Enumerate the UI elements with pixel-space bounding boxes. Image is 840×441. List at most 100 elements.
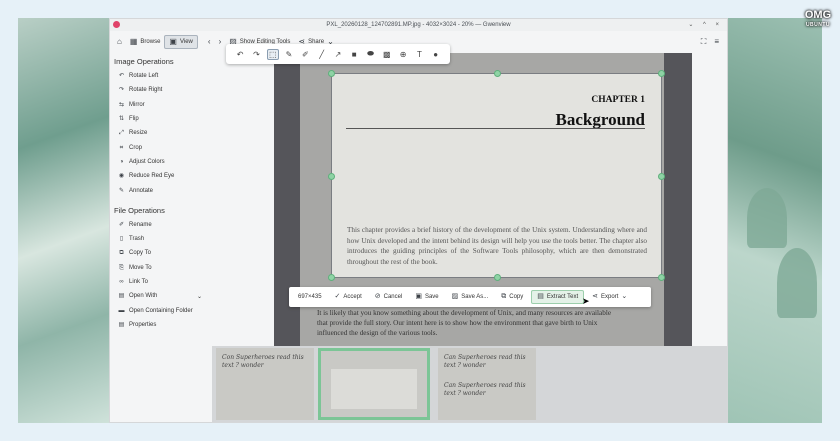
- cancel-button[interactable]: ⊘ Cancel: [370, 291, 408, 303]
- copy-icon: ⧉: [119, 250, 124, 257]
- export-button[interactable]: ⋖ Export ⌄: [587, 291, 632, 303]
- trash-icon: ▯: [119, 236, 124, 243]
- check-icon: ✓: [334, 293, 341, 300]
- sticker-icon[interactable]: ●: [430, 50, 442, 59]
- sidebar-item-move-to[interactable]: ⎘ Move To: [110, 261, 208, 275]
- crop-handle-top-left[interactable]: [328, 70, 335, 77]
- file-operations-heading: File Operations: [114, 205, 165, 215]
- crop-handle-left[interactable]: [328, 173, 335, 180]
- extract-text-button[interactable]: ▤ Extract Text: [531, 290, 585, 304]
- highlight-icon[interactable]: ✎: [283, 50, 295, 59]
- home-icon: ⌂: [117, 37, 122, 46]
- sidebar-item-copy-to[interactable]: ⧉ Copy To: [110, 246, 208, 260]
- copy-button[interactable]: ⧉ Copy: [496, 291, 528, 303]
- line-icon[interactable]: ╱: [316, 50, 328, 59]
- sidebar-item-rotate-left[interactable]: ↶ Rotate Left: [110, 69, 208, 83]
- sidebar: Image Operations ↶ Rotate Left ↷ Rotate Ri…: [110, 53, 208, 422]
- sidebar-item-open-with[interactable]: ▤ Open With ⌄: [110, 289, 208, 303]
- thumbnail-item[interactable]: Con Superheroes read this text ? wonder: [216, 348, 314, 420]
- sidebar-item-trash[interactable]: ▯ Trash: [110, 232, 208, 246]
- freehand-icon[interactable]: ✐: [299, 50, 311, 59]
- arrow-icon[interactable]: ↗: [332, 50, 344, 59]
- fullscreen-button[interactable]: ⛶: [697, 36, 711, 48]
- chevron-left-icon: ‹: [207, 37, 211, 46]
- crop-handle-bottom-left[interactable]: [328, 274, 335, 281]
- hamburger-menu-icon: ≡: [714, 37, 719, 46]
- export-icon: ⋖: [592, 293, 599, 300]
- undo-icon[interactable]: ↶: [234, 50, 246, 59]
- title-bar: PXL_20260128_124702891.MP.jpg - 4032×302…: [110, 19, 727, 31]
- text-icon[interactable]: T: [413, 50, 425, 59]
- crop-icon: ⌗: [119, 144, 124, 151]
- rename-icon: ✐: [118, 221, 125, 228]
- cancel-icon: ⊘: [374, 293, 381, 300]
- move-icon: ⎘: [119, 264, 124, 271]
- chapter-label: CHAPTER 1: [591, 95, 645, 105]
- sidebar-item-open-containing-folder[interactable]: ▬ Open Containing Folder: [110, 303, 208, 317]
- previous-button[interactable]: ‹: [204, 36, 215, 48]
- crop-action-bar: 697×435 ✓ Accept ⊘ Cancel ▣ Save ▨ Save As..…: [289, 287, 651, 307]
- gwenview-app-icon: [113, 21, 120, 28]
- sidebar-item-annotate[interactable]: ✎ Annotate: [110, 183, 208, 197]
- adjust-colors-icon: ◑: [119, 158, 124, 165]
- next-button[interactable]: ›: [215, 36, 226, 48]
- save-as-icon: ▨: [451, 293, 459, 300]
- rotate-left-icon: ↶: [118, 73, 125, 80]
- sidebar-item-rename[interactable]: ✐ Rename: [110, 218, 208, 232]
- save-as-button[interactable]: ▨ Save As...: [447, 291, 494, 303]
- image-operations-heading: Image Operations: [114, 57, 174, 66]
- sidebar-item-link-to[interactable]: ∞ Link To: [110, 275, 208, 289]
- save-button[interactable]: ▣ Save: [410, 291, 443, 303]
- selection-size: 697×435: [298, 294, 322, 300]
- sidebar-item-mirror[interactable]: ⇆ Mirror: [110, 98, 208, 112]
- link-icon: ∞: [119, 279, 124, 285]
- properties-icon: ▤: [118, 321, 125, 328]
- browse-button[interactable]: ▦ Browse: [126, 36, 165, 48]
- blur-icon[interactable]: ⊕: [397, 50, 409, 59]
- wallpaper-right: [727, 18, 822, 423]
- mirror-icon: ⇆: [118, 101, 125, 108]
- crop-handle-right[interactable]: [658, 173, 665, 180]
- thumbnail-item[interactable]: Can Superheroes read this text ? wonder C…: [438, 348, 536, 420]
- ellipse-icon[interactable]: ⬬: [365, 49, 377, 59]
- annotation-toolbar: ↶ ↷ ⬚ ✎ ✐ ╱ ↗ ■ ⬬ ▩ ⊕ T ●: [226, 44, 450, 64]
- resize-icon: ⤢: [119, 130, 124, 137]
- fullscreen-icon: ⛶: [700, 37, 707, 46]
- crop-handle-top[interactable]: [494, 70, 501, 77]
- eye-icon: ◉: [118, 173, 125, 180]
- sidebar-item-rotate-right[interactable]: ↷ Rotate Right: [110, 83, 208, 97]
- hamburger-menu-button[interactable]: ≡: [710, 36, 723, 48]
- title-rule: [346, 128, 645, 129]
- chess-pawn-decoration: [777, 248, 817, 318]
- save-icon: ▣: [415, 293, 422, 300]
- rotate-right-icon: ↷: [118, 87, 125, 94]
- folder-icon: ▬: [118, 307, 125, 314]
- crop-selection[interactable]: CHAPTER 1 Background This chapter provid…: [328, 70, 665, 281]
- sidebar-item-resize[interactable]: ⤢ Resize: [110, 126, 208, 140]
- home-button[interactable]: ⌂: [113, 36, 126, 48]
- sidebar-item-reduce-red-eye[interactable]: ◉ Reduce Red Eye: [110, 169, 208, 183]
- crop-handle-top-right[interactable]: [658, 70, 665, 77]
- redo-icon[interactable]: ↷: [250, 50, 262, 59]
- pixelate-icon[interactable]: ▩: [381, 50, 393, 59]
- sidebar-item-adjust-colors[interactable]: ◑ Adjust Colors: [110, 155, 208, 169]
- crop-handle-bottom[interactable]: [494, 274, 501, 281]
- wallpaper-left: [18, 18, 110, 423]
- thumbnail-item-selected[interactable]: [318, 348, 430, 420]
- sidebar-item-crop[interactable]: ⌗ Crop: [110, 140, 208, 154]
- thumbnail-page-preview: [331, 369, 417, 409]
- view-button[interactable]: ▣ View: [164, 35, 198, 49]
- crop-handle-bottom-right[interactable]: [658, 274, 665, 281]
- open-with-icon: ▤: [118, 293, 125, 300]
- select-icon[interactable]: ⬚: [266, 48, 279, 60]
- extract-text-icon: ▤: [537, 293, 544, 300]
- chevron-right-icon: ›: [218, 37, 222, 46]
- chapter-title: Background: [555, 110, 645, 129]
- sidebar-item-properties[interactable]: ▤ Properties: [110, 318, 208, 332]
- thumbnail-strip: Con Superheroes read this text ? wonder …: [212, 346, 727, 422]
- window-controls[interactable]: ⌄ ^ ×: [688, 19, 723, 31]
- sidebar-item-flip[interactable]: ⇅ Flip: [110, 112, 208, 126]
- grid-icon: ▦: [129, 37, 138, 46]
- rectangle-icon[interactable]: ■: [348, 50, 360, 59]
- accept-button[interactable]: ✓ Accept: [330, 291, 367, 303]
